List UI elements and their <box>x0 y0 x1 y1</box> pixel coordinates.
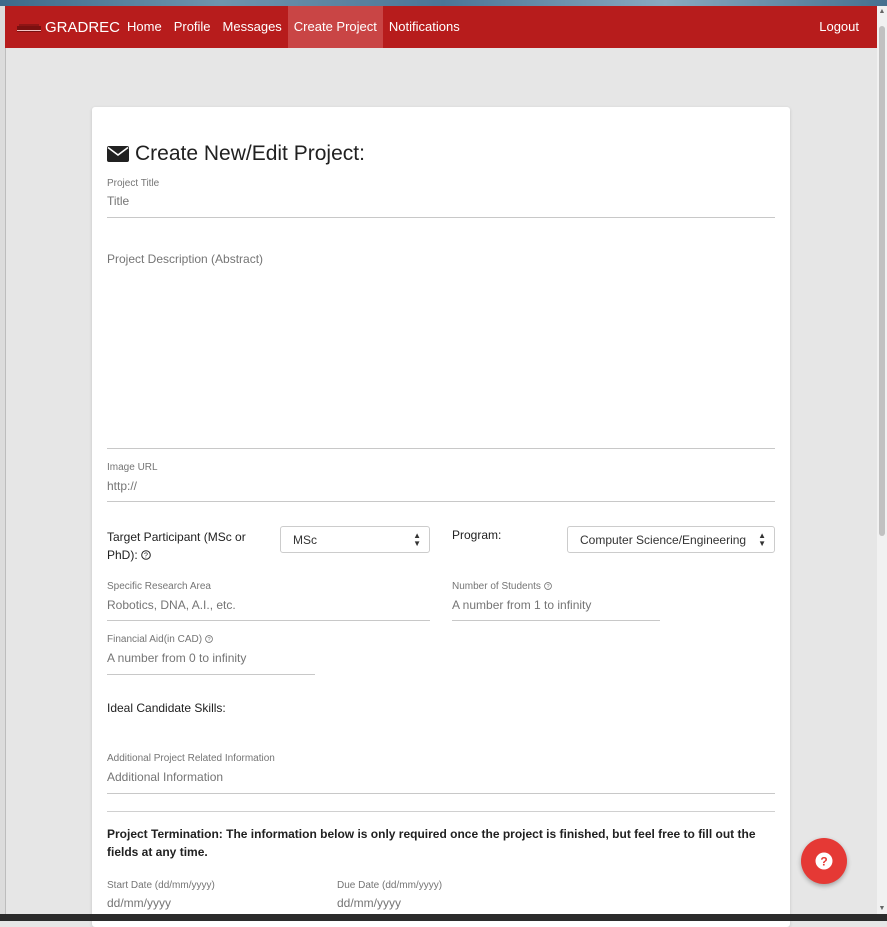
num-students-input[interactable]: A number from 1 to infinity <box>452 598 591 612</box>
additional-info-underline <box>107 793 775 794</box>
program-selected: Computer Science/Engineering <box>580 533 747 547</box>
help-fab-button[interactable]: ? <box>801 838 847 884</box>
target-participant-text: Target Participant (MSc or PhD): <box>107 530 246 562</box>
section-divider <box>107 811 775 812</box>
program-label: Program: <box>452 528 502 542</box>
scroll-thumb[interactable] <box>879 26 885 536</box>
question-circle-icon[interactable]: ? <box>543 582 552 590</box>
additional-info-label: Additional Project Related Information <box>107 753 275 764</box>
nav-home[interactable]: Home <box>121 6 168 48</box>
target-participant-select[interactable]: MSc ▲ ▼ <box>280 526 430 553</box>
project-description-underline <box>107 448 775 449</box>
svg-text:?: ? <box>820 854 827 868</box>
select-arrows-icon: ▲ ▼ <box>758 531 766 548</box>
start-date-label: Start Date (dd/mm/yyyy) <box>107 880 215 891</box>
financial-aid-input[interactable]: A number from 0 to infinity <box>107 651 246 665</box>
financial-aid-label: Financial Aid(in CAD) ? <box>107 634 213 645</box>
navbar: GRADREC Home Profile Messages Create Pro… <box>5 6 877 48</box>
program-select[interactable]: Computer Science/Engineering ▲ ▼ <box>567 526 775 553</box>
logout-link[interactable]: Logout <box>819 6 859 48</box>
project-description-textarea[interactable]: Project Description (Abstract) <box>107 252 263 266</box>
target-participant-label: Target Participant (MSc or PhD): ? <box>107 528 267 564</box>
additional-info-input[interactable]: Additional Information <box>107 770 223 784</box>
financial-aid-text: Financial Aid(in CAD) <box>107 634 203 645</box>
termination-note: Project Termination: The information bel… <box>107 827 756 859</box>
research-area-input[interactable]: Robotics, DNA, A.I., etc. <box>107 598 236 612</box>
scroll-down-icon[interactable]: ▼ <box>878 905 886 912</box>
image-url-input[interactable]: http:// <box>107 479 137 493</box>
skills-label: Ideal Candidate Skills: <box>107 701 226 715</box>
nav-profile[interactable]: Profile <box>168 6 217 48</box>
scroll-up-icon[interactable]: ▲ <box>878 8 886 15</box>
question-circle-icon: ? <box>815 852 833 870</box>
page-scrollbar[interactable]: ▲ ▼ <box>877 6 887 914</box>
research-area-underline <box>107 620 430 621</box>
select-arrows-icon: ▲ ▼ <box>413 531 421 548</box>
nav-create-project[interactable]: Create Project <box>287 6 383 48</box>
envelope-icon <box>107 146 129 162</box>
brand[interactable]: GRADREC <box>17 6 120 48</box>
nav-links: Home Profile Messages Create Project Not… <box>121 6 466 48</box>
financial-aid-underline <box>107 674 315 675</box>
research-area-label: Specific Research Area <box>107 581 211 592</box>
project-form-card: Create New/Edit Project: Project Title T… <box>92 107 790 927</box>
form-title-row: Create New/Edit Project: <box>107 142 365 166</box>
brand-name: GRADREC <box>45 18 121 36</box>
start-date-input[interactable]: dd/mm/yyyy <box>107 896 171 910</box>
due-date-input[interactable]: dd/mm/yyyy <box>337 896 401 910</box>
nav-notifications[interactable]: Notifications <box>383 6 466 48</box>
project-title-input[interactable]: Title <box>107 194 129 208</box>
num-students-label: Number of Students ? <box>452 581 552 592</box>
project-title-underline <box>107 217 775 218</box>
window-bottom-bar <box>0 914 887 921</box>
svg-text:?: ? <box>207 637 210 643</box>
project-title-label: Project Title <box>107 178 160 189</box>
target-participant-selected: MSc <box>293 533 317 547</box>
window-left-edge <box>0 6 6 916</box>
svg-text:?: ? <box>546 584 549 590</box>
question-circle-icon[interactable]: ? <box>204 635 213 643</box>
question-circle-icon[interactable]: ? <box>141 550 151 560</box>
brand-logo-icon <box>17 24 41 32</box>
num-students-text: Number of Students <box>452 581 541 592</box>
nav-messages[interactable]: Messages <box>217 6 288 48</box>
image-url-underline <box>107 501 775 502</box>
due-date-label: Due Date (dd/mm/yyyy) <box>337 880 443 891</box>
num-students-underline <box>452 620 660 621</box>
image-url-label: Image URL <box>107 462 158 473</box>
svg-text:?: ? <box>144 553 148 560</box>
form-title: Create New/Edit Project: <box>135 142 365 165</box>
